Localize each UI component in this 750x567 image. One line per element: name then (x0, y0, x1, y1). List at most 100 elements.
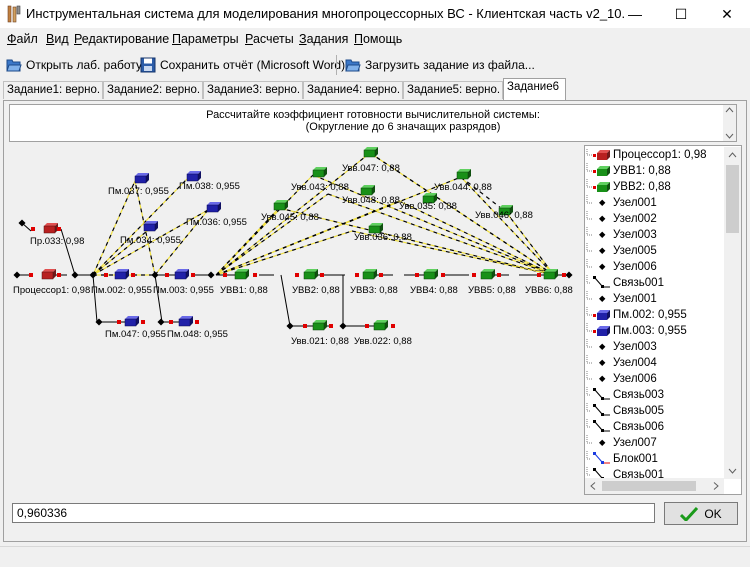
tree-item[interactable]: Связь005 (585, 403, 664, 419)
label-pm002: Пм.002: 0,955 (91, 285, 152, 296)
io-block-021[interactable] (303, 319, 333, 331)
task-tabs: Задание1: верно. Задание2: верно. Задани… (0, 78, 750, 100)
tree-item-label: Связь003 (613, 389, 664, 401)
menu-bar: Файл Вид Редактирование Параметры Расчет… (0, 29, 750, 49)
memory-block-037[interactable] (134, 172, 150, 184)
memory-block-003[interactable] (165, 268, 195, 280)
tree-item-label: УВВ1: 0,88 (613, 165, 671, 177)
menu-file[interactable]: Файл (7, 32, 38, 46)
memory-block-048[interactable] (169, 315, 199, 327)
io-block-043[interactable] (312, 166, 328, 178)
label-pm048: Пм.048: 0,955 (167, 329, 228, 340)
io-block-044[interactable] (456, 168, 472, 180)
io-block-uvv3[interactable] (355, 268, 383, 280)
tree-item[interactable]: Узел004 (585, 355, 657, 371)
memory-block-034[interactable] (143, 220, 159, 232)
tab-task2[interactable]: Задание2: верно. (103, 81, 203, 99)
toolbar-separator (336, 55, 337, 75)
tab-task3[interactable]: Задание3: верно. (203, 81, 303, 99)
tree-item-label: Узел002 (613, 213, 657, 225)
tree-item[interactable]: Пм.002: 0,955 (585, 307, 687, 323)
label-uv048: Увв.048: 0,88 (342, 195, 400, 206)
load-task-button[interactable]: Загрузить задание из файла... (345, 55, 535, 75)
window-title: Инструментальная система для моделирован… (26, 6, 626, 21)
minimize-button[interactable]: — (612, 0, 658, 28)
tree-item[interactable]: Узел006 (585, 371, 657, 387)
tree-item[interactable]: Узел005 (585, 243, 657, 259)
io-block-045[interactable] (273, 199, 289, 211)
node-icon (585, 211, 613, 227)
label-processor1: Процессор1: 0,98 (13, 285, 90, 296)
tree-vertical-scrollbar[interactable] (724, 147, 741, 479)
tree-item-label: Узел007 (613, 437, 657, 449)
tree-item[interactable]: Узел001 (585, 291, 657, 307)
tree-item[interactable]: Узел007 (585, 435, 657, 451)
answer-input[interactable] (12, 503, 655, 523)
memory-block-038[interactable] (186, 170, 202, 182)
memory-block-002[interactable] (104, 268, 135, 280)
node-icon (585, 339, 613, 355)
toolbar: Открыть лаб. работу Сохранить отчёт (Mic… (0, 52, 750, 78)
tree-item[interactable]: Процессор1: 0,98 (585, 147, 707, 163)
processor-block-033[interactable] (31, 222, 61, 234)
io-block-048[interactable] (360, 184, 376, 196)
open-lab-button[interactable]: Открыть лаб. работу (6, 55, 142, 75)
system-diagram[interactable]: Процессор1: 0,98 Пр.033: 0,98 Пм.002: 0,… (9, 145, 581, 495)
memory-block-047[interactable] (117, 315, 145, 327)
io-block-uvv5[interactable] (472, 268, 501, 280)
label-uv044: Увв.044: 0,88 (434, 182, 492, 193)
node-icon (585, 355, 613, 371)
menu-tasks[interactable]: Задания (299, 32, 348, 46)
menu-parameters[interactable]: Параметры (172, 32, 239, 46)
tree-item[interactable]: Связь003 (585, 387, 664, 403)
tree-item-label: Узел001 (613, 197, 657, 209)
memory-icon (585, 323, 613, 339)
tree-item[interactable]: Узел003 (585, 339, 657, 355)
menu-calculations[interactable]: Расчеты (245, 32, 294, 46)
tree-item-label: Связь005 (613, 405, 664, 417)
label-pm047: Пм.047: 0,955 (105, 329, 166, 340)
label-uv043: Увв.043: 0,88 (291, 182, 349, 193)
memory-block-036[interactable] (206, 201, 222, 213)
tree-item[interactable]: Связь001 (585, 275, 664, 291)
ok-button[interactable]: OK (664, 502, 738, 525)
link-icon (585, 403, 613, 419)
label-pm036: Пм.036: 0,955 (186, 217, 247, 228)
label-pm038: Пм.038: 0,955 (179, 181, 240, 192)
tab-task5[interactable]: Задание5: верно. (403, 81, 503, 99)
io-block-047[interactable] (363, 146, 379, 158)
io-block-022[interactable] (365, 319, 395, 331)
component-tree[interactable]: Процессор1: 0,98 УВВ1: 0,88 УВВ2: 0,88 Узел… (584, 145, 742, 495)
tree-item[interactable]: УВВ2: 0,88 (585, 179, 671, 195)
tree-item[interactable]: Узел001 (585, 195, 657, 211)
maximize-button[interactable]: ☐ (658, 0, 704, 28)
tab-task1[interactable]: Задание1: верно. (3, 81, 103, 99)
close-button[interactable]: ✕ (704, 0, 750, 28)
menu-edit[interactable]: Редактирование (74, 32, 169, 46)
menu-view[interactable]: Вид (46, 32, 69, 46)
tree-item-label: Процессор1: 0,98 (613, 149, 707, 161)
folder-open-icon (345, 59, 361, 72)
open-lab-label: Открыть лаб. работу (26, 58, 142, 72)
tab-task4[interactable]: Задание4: верно. (303, 81, 403, 99)
label-uv035: Увв.035: 0,88 (399, 201, 457, 212)
tree-item[interactable]: Блок001 (585, 451, 658, 467)
tab-task6[interactable]: Задание6 (503, 78, 566, 100)
processor-block-1[interactable] (29, 268, 61, 280)
tree-item[interactable]: Связь006 (585, 419, 664, 435)
load-task-label: Загрузить задание из файла... (365, 58, 535, 72)
tree-item[interactable]: Пм.003: 0,955 (585, 323, 687, 339)
label-pm034: Пм.034: 0,955 (120, 235, 181, 246)
label-uvv2: УВВ2: 0,88 (292, 285, 340, 296)
question-line-2: (Округление до 6 значащих разрядов) (305, 121, 501, 133)
menu-help[interactable]: Помощь (354, 32, 402, 46)
io-block-uvv4[interactable] (415, 268, 445, 280)
tree-item[interactable]: Узел006 (585, 259, 657, 275)
tree-item[interactable]: УВВ1: 0,88 (585, 163, 671, 179)
tree-item[interactable]: Узел002 (585, 211, 657, 227)
tree-horizontal-scrollbar[interactable] (585, 478, 724, 494)
tree-item[interactable]: Узел003 (585, 227, 657, 243)
question-scrollbar[interactable] (723, 105, 736, 141)
io-block-uvv2[interactable] (295, 268, 324, 280)
save-report-button[interactable]: Сохранить отчёт (Microsoft Word) (140, 55, 345, 75)
